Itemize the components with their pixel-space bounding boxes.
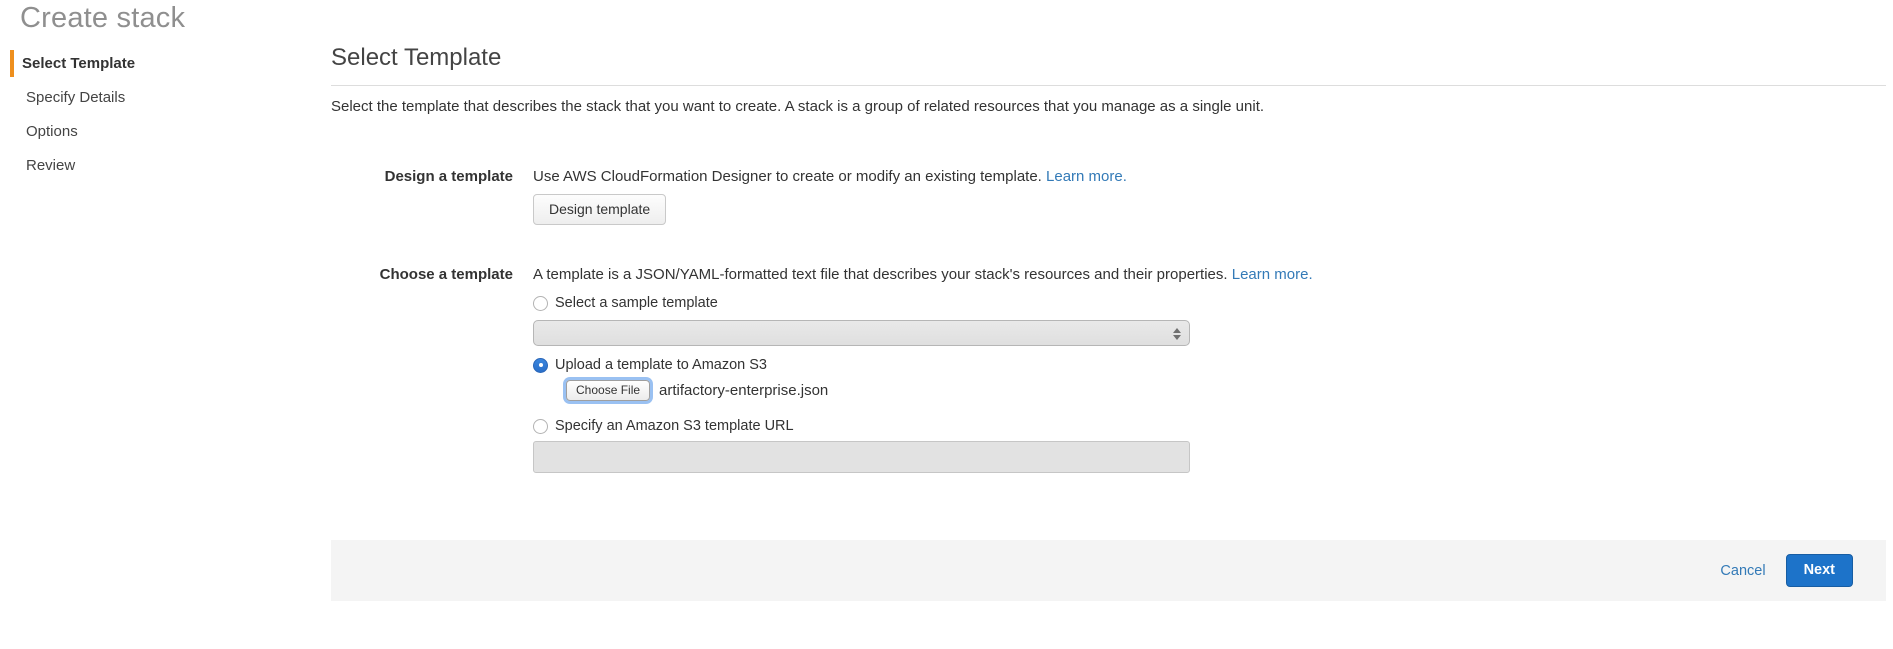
design-template-row: Design a template Use AWS CloudFormation…: [331, 166, 1886, 225]
radio-button-icon[interactable]: [533, 419, 548, 434]
sidebar-item-specify-details[interactable]: Specify Details: [10, 84, 300, 111]
choose-template-text: A template is a JSON/YAML-formatted text…: [533, 264, 1886, 283]
heading-divider: [331, 85, 1886, 86]
sidebar-item-options[interactable]: Options: [10, 118, 300, 145]
sidebar-item-select-template[interactable]: Select Template: [10, 50, 300, 77]
sample-template-option[interactable]: Select a sample template: [533, 295, 1886, 311]
upload-template-option-label: Upload a template to Amazon S3: [555, 357, 767, 373]
sidebar-item-label: Options: [26, 123, 78, 140]
main-panel: Select Template Select the template that…: [331, 44, 1886, 473]
design-learn-more-link[interactable]: Learn more.: [1046, 168, 1127, 185]
choose-template-row: Choose a template A template is a JSON/Y…: [331, 264, 1886, 473]
section-description: Select the template that describes the s…: [331, 98, 1886, 115]
design-template-button[interactable]: Design template: [533, 194, 666, 225]
design-template-content: Use AWS CloudFormation Designer to creat…: [533, 166, 1886, 225]
radio-button-icon[interactable]: [533, 296, 548, 311]
sidebar-item-label: Review: [26, 157, 75, 174]
design-template-description: Use AWS CloudFormation Designer to creat…: [533, 168, 1042, 185]
choose-template-content: A template is a JSON/YAML-formatted text…: [533, 264, 1886, 473]
sidebar-item-review[interactable]: Review: [10, 152, 300, 179]
chevron-down-icon: [1173, 335, 1181, 340]
sample-template-option-label: Select a sample template: [555, 295, 718, 311]
upload-template-option[interactable]: Upload a template to Amazon S3: [533, 357, 1886, 373]
sample-template-select[interactable]: [533, 320, 1190, 346]
s3-url-option-label: Specify an Amazon S3 template URL: [555, 418, 794, 434]
uploaded-file-name: artifactory-enterprise.json: [659, 382, 828, 399]
sidebar-item-label: Specify Details: [26, 89, 125, 106]
section-heading: Select Template: [331, 44, 1886, 72]
choose-template-description: A template is a JSON/YAML-formatted text…: [533, 266, 1228, 283]
file-upload-row: Choose File artifactory-enterprise.json: [566, 380, 1886, 401]
design-template-label: Design a template: [331, 166, 513, 185]
chevron-up-icon: [1173, 328, 1181, 333]
page-title: Create stack: [20, 2, 185, 35]
cancel-button[interactable]: Cancel: [1720, 563, 1765, 579]
s3-template-url-input[interactable]: [533, 441, 1190, 473]
s3-url-option[interactable]: Specify an Amazon S3 template URL: [533, 418, 1886, 434]
choose-template-label: Choose a template: [331, 264, 513, 283]
design-template-text: Use AWS CloudFormation Designer to creat…: [533, 166, 1886, 185]
choose-file-button[interactable]: Choose File: [566, 380, 650, 401]
sidebar-item-label: Select Template: [22, 55, 135, 72]
next-button[interactable]: Next: [1786, 554, 1853, 587]
wizard-footer: Cancel Next: [331, 540, 1886, 601]
radio-button-icon[interactable]: [533, 358, 548, 373]
select-stepper-icon: [1169, 324, 1184, 343]
choose-learn-more-link[interactable]: Learn more.: [1232, 266, 1313, 283]
create-stack-page: Create stack Select Template Specify Det…: [0, 0, 1893, 649]
wizard-steps-sidebar: Select Template Specify Details Options …: [10, 50, 300, 186]
